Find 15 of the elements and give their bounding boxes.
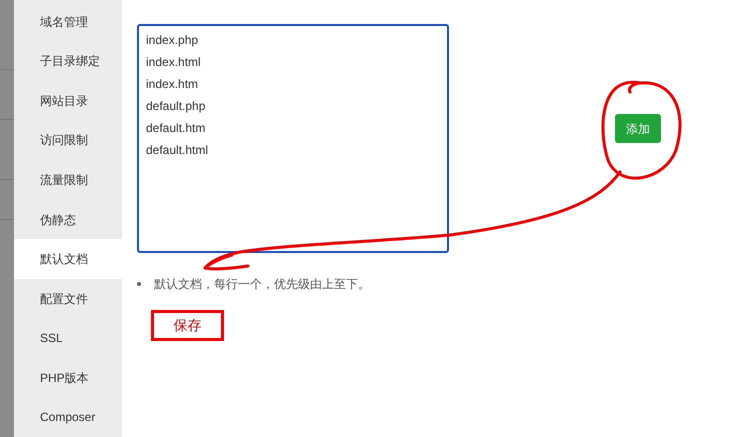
default-documents-field[interactable]: index.php index.html index.htm default.php default.htm default.html bbox=[137, 24, 449, 253]
sidebar-item[interactable]: 访问限制 bbox=[14, 120, 122, 160]
sidebar-item[interactable]: Composer bbox=[14, 397, 122, 437]
sidebar-item[interactable]: 域名管理 bbox=[14, 2, 122, 42]
bullet-icon bbox=[137, 282, 141, 286]
save-button[interactable]: 保存 bbox=[151, 310, 224, 341]
sidebar-item[interactable]: 配置文件 bbox=[14, 278, 122, 318]
sidebar-item[interactable]: 默认文档 bbox=[14, 239, 122, 279]
sidebar-item[interactable]: PHP版本 bbox=[14, 358, 122, 398]
sidebar-item[interactable]: SSL bbox=[14, 318, 122, 358]
sidebar-item[interactable]: 流量限制 bbox=[14, 160, 122, 200]
hint-text: 默认文档，每行一个，优先级由上至下。 bbox=[154, 276, 370, 293]
sidebar-item[interactable]: 子目录绑定 bbox=[14, 42, 122, 82]
sidebar-item[interactable]: 伪静态 bbox=[14, 200, 122, 240]
sidebar-item[interactable]: 网站目录 bbox=[14, 81, 122, 121]
